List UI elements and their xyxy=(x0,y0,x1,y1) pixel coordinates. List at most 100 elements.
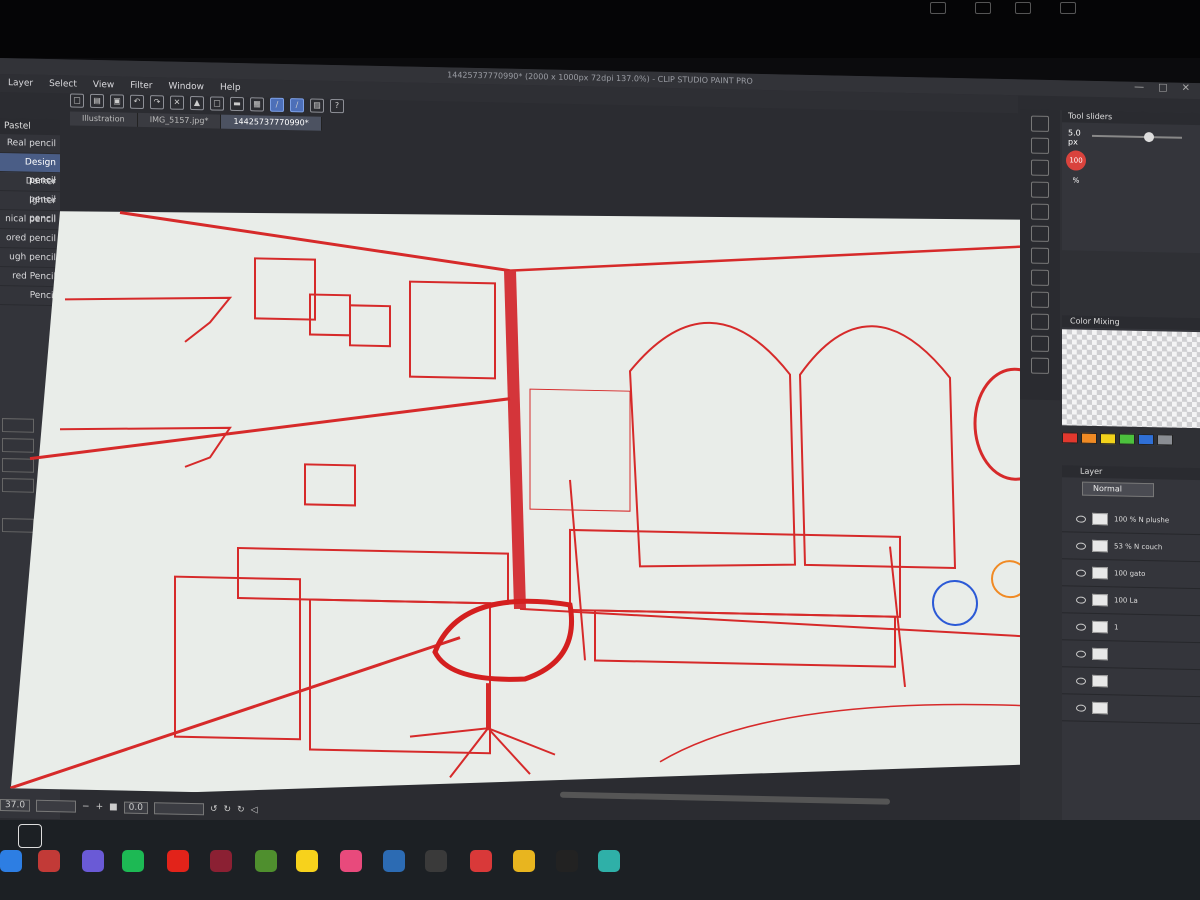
layer-row[interactable]: 100 La xyxy=(1062,586,1200,617)
snap-ruler-icon[interactable]: ▬ xyxy=(230,96,244,112)
zoom-in-icon[interactable]: + xyxy=(96,802,104,812)
visibility-eye-icon[interactable] xyxy=(1076,677,1086,685)
slider-knob[interactable] xyxy=(1144,131,1154,143)
panel-icon[interactable] xyxy=(1031,291,1049,308)
snap-grid-icon[interactable]: ▦ xyxy=(250,97,264,112)
panel-icon[interactable] xyxy=(1031,313,1049,330)
swatch[interactable] xyxy=(1138,433,1154,446)
rotate-left-icon[interactable]: ↺ xyxy=(210,804,218,814)
swatch[interactable] xyxy=(1081,432,1097,444)
swatch[interactable] xyxy=(1157,434,1173,446)
menu-layer[interactable]: Layer xyxy=(8,74,33,93)
clear-icon[interactable]: ✕ xyxy=(170,95,184,110)
visibility-eye-icon[interactable] xyxy=(1076,596,1086,604)
vs-icon[interactable] xyxy=(383,850,405,872)
zoom-field[interactable]: 37.0 xyxy=(0,799,31,812)
canvas-area[interactable] xyxy=(9,198,1121,811)
snap-perspective-icon[interactable]: ∕ xyxy=(290,98,304,113)
task-view-icon[interactable] xyxy=(18,824,42,848)
layer-row[interactable]: 100 % N plushe xyxy=(1062,505,1200,536)
panel-icon[interactable] xyxy=(1031,357,1049,374)
swatch[interactable] xyxy=(1119,433,1135,445)
layer-row[interactable]: 1 xyxy=(1062,613,1200,644)
panel-icon[interactable] xyxy=(1031,335,1049,352)
reset-rotation-icon[interactable]: ↻ xyxy=(237,805,245,815)
menu-view[interactable]: View xyxy=(93,76,114,94)
maximize-icon[interactable]: □ xyxy=(1158,82,1167,93)
close-panel-icon[interactable] xyxy=(1031,115,1049,132)
spotify-icon[interactable] xyxy=(122,850,144,872)
rotation-field[interactable]: 0.0 xyxy=(123,801,148,815)
flip-icon[interactable]: ◁ xyxy=(251,805,258,815)
visibility-eye-icon[interactable] xyxy=(1076,515,1086,523)
layer-name: 53 % N couch xyxy=(1114,541,1163,551)
creative-cloud-icon[interactable] xyxy=(470,850,492,872)
blend-mode-select[interactable]: Normal xyxy=(1082,481,1154,498)
swatch[interactable] xyxy=(1062,432,1078,444)
tab-current-canvas[interactable]: 14425737770990* xyxy=(221,114,322,131)
visibility-eye-icon[interactable] xyxy=(1076,704,1086,712)
windows-start-icon[interactable] xyxy=(0,850,22,872)
menu-window[interactable]: Window xyxy=(169,78,205,97)
visibility-eye-icon[interactable] xyxy=(1076,623,1086,631)
sketch-canvas[interactable] xyxy=(9,198,1121,811)
tab-illustration[interactable]: Illustration xyxy=(70,111,138,127)
minecraft-icon[interactable] xyxy=(255,850,277,872)
app-icon-gradient[interactable] xyxy=(82,850,104,872)
clip-studio-paint-icon[interactable] xyxy=(598,850,620,872)
brush-darker-pencil[interactable]: Darker pencil xyxy=(0,172,60,205)
obs-icon[interactable] xyxy=(425,850,447,872)
stop-icon[interactable]: ■ xyxy=(109,802,118,812)
panel-icon[interactable] xyxy=(1031,225,1049,242)
redo-icon[interactable]: ↷ xyxy=(150,95,164,110)
visibility-eye-icon[interactable] xyxy=(1076,650,1086,658)
layer-row[interactable] xyxy=(1062,694,1200,725)
brush-size-unit: px xyxy=(1068,137,1078,147)
rotation-slider[interactable] xyxy=(153,802,204,816)
acrobat-icon[interactable] xyxy=(167,850,189,872)
tab-img-5157[interactable]: IMG_5157.jpg* xyxy=(137,112,222,129)
panel-icon[interactable] xyxy=(1031,181,1049,198)
app-icon-red[interactable] xyxy=(38,850,60,872)
new-canvas-icon[interactable]: □ xyxy=(70,93,84,108)
save-icon[interactable]: ▣ xyxy=(110,94,124,109)
minimize-icon[interactable]: — xyxy=(1134,82,1144,93)
menu-help[interactable]: Help xyxy=(220,79,241,97)
ua-icon[interactable] xyxy=(556,850,578,872)
panel-icon[interactable] xyxy=(1031,203,1049,220)
layer-row[interactable] xyxy=(1062,667,1200,698)
chrome-icon[interactable] xyxy=(513,850,535,872)
visibility-eye-icon[interactable] xyxy=(1076,569,1086,577)
color-mixing-area[interactable] xyxy=(1062,329,1200,429)
layer-row[interactable]: 100 gato xyxy=(1062,559,1200,590)
sticky-notes-icon[interactable] xyxy=(296,850,318,872)
rotate-right-icon[interactable]: ↻ xyxy=(224,805,232,815)
help-icon[interactable]: ? xyxy=(330,98,344,114)
menu-filter[interactable]: Filter xyxy=(130,77,152,95)
page-icon[interactable]: ▤ xyxy=(310,98,324,113)
clip-studio-assets-icon[interactable] xyxy=(340,850,362,872)
close-icon[interactable]: ✕ xyxy=(1182,83,1190,94)
zoom-slider[interactable] xyxy=(36,799,77,813)
brush-real-pencil[interactable]: Real pencil xyxy=(0,134,60,155)
panel-icon[interactable] xyxy=(1031,269,1049,286)
visibility-eye-icon[interactable] xyxy=(1076,542,1086,550)
fill-icon[interactable]: ▲ xyxy=(190,95,204,111)
zoom-out-icon[interactable]: − xyxy=(82,802,90,812)
menu-select[interactable]: Select xyxy=(49,75,77,94)
snap-special-ruler-icon[interactable]: ∕ xyxy=(270,97,284,112)
app-icon-m[interactable] xyxy=(210,850,232,872)
panel-icon[interactable] xyxy=(1031,159,1049,176)
open-icon[interactable]: ▤ xyxy=(90,93,104,109)
brush-size-slider[interactable] xyxy=(1092,131,1182,143)
right-panel-dock: Tool sliders 5.0 px 100 % Color Mixing L… xyxy=(1020,109,1200,884)
opacity-indicator[interactable]: 100 % xyxy=(1066,150,1086,185)
panel-icon[interactable] xyxy=(1031,137,1049,154)
panel-icon[interactable] xyxy=(1031,247,1049,264)
brush-design-pencil[interactable]: Design pencil xyxy=(0,153,60,186)
layer-row[interactable]: 53 % N couch xyxy=(1062,532,1200,563)
transform-icon[interactable]: □ xyxy=(210,96,224,111)
swatch[interactable] xyxy=(1100,433,1116,445)
layer-row[interactable] xyxy=(1062,640,1200,671)
undo-icon[interactable]: ↶ xyxy=(130,94,144,110)
